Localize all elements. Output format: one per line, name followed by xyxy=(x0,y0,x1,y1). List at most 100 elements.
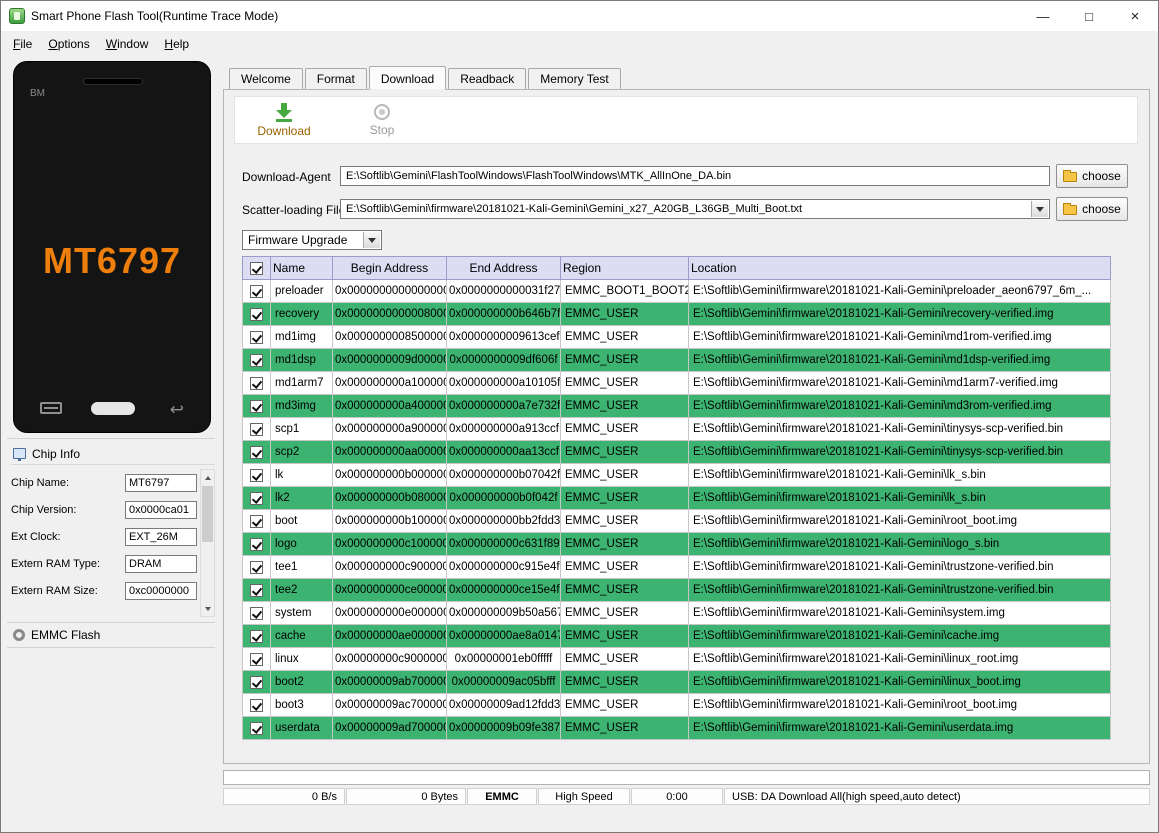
row-checkbox[interactable] xyxy=(250,400,263,413)
cell-region: EMMC_USER xyxy=(561,326,689,349)
phone-menu-icon xyxy=(40,402,62,414)
cell-region: EMMC_USER xyxy=(561,418,689,441)
tab-readback[interactable]: Readback xyxy=(448,68,526,89)
ram-type-field[interactable]: DRAM xyxy=(125,555,197,573)
table-row[interactable]: md3img0x000000000a4000000x000000000a7e73… xyxy=(243,395,1111,418)
tab-download[interactable]: Download xyxy=(369,66,446,90)
row-checkbox[interactable] xyxy=(250,722,263,735)
close-button[interactable]: × xyxy=(1112,1,1158,31)
row-checkbox-cell xyxy=(243,395,271,418)
tab-format[interactable]: Format xyxy=(305,68,367,89)
cell-region: EMMC_USER xyxy=(561,579,689,602)
chip-info-scrollbar[interactable] xyxy=(200,469,215,617)
row-checkbox[interactable] xyxy=(250,630,263,643)
cell-name: md1img xyxy=(271,326,333,349)
table-row[interactable]: tee20x000000000ce000000x000000000ce15e4f… xyxy=(243,579,1111,602)
row-checkbox[interactable] xyxy=(250,423,263,436)
table-row[interactable]: system0x000000000e0000000x000000009b50a5… xyxy=(243,602,1111,625)
menu-options[interactable]: Options xyxy=(40,33,97,55)
status-elapsed-time: 0:00 xyxy=(631,788,723,805)
divider xyxy=(7,647,215,648)
menu-file[interactable]: File xyxy=(5,33,40,55)
scatter-file-combobox[interactable]: E:\Softlib\Gemini\firmware\20181021-Kali… xyxy=(340,199,1050,219)
stop-button[interactable]: Stop xyxy=(333,97,431,143)
cell-region: EMMC_USER xyxy=(561,372,689,395)
cell-location: E:\Softlib\Gemini\firmware\20181021-Kali… xyxy=(689,510,1111,533)
row-checkbox[interactable] xyxy=(250,446,263,459)
table-row[interactable]: boot30x00000009ac7000000x00000009ad12fdd… xyxy=(243,694,1111,717)
table-row[interactable]: lk20x000000000b0800000x000000000b0f042fE… xyxy=(243,487,1111,510)
ram-size-field[interactable]: 0xc0000000 xyxy=(125,582,197,600)
row-checkbox[interactable] xyxy=(250,377,263,390)
chevron-down-icon[interactable] xyxy=(363,232,380,248)
chevron-down-icon[interactable] xyxy=(1031,201,1048,217)
status-bytes: 0 Bytes xyxy=(346,788,466,805)
row-checkbox[interactable] xyxy=(250,538,263,551)
row-checkbox[interactable] xyxy=(250,285,263,298)
cell-end: 0x00000001eb0fffff xyxy=(447,648,561,671)
row-checkbox[interactable] xyxy=(250,492,263,505)
row-checkbox[interactable] xyxy=(250,584,263,597)
table-row[interactable]: cache0x00000000ae0000000x00000000ae8a014… xyxy=(243,625,1111,648)
menu-window[interactable]: Window xyxy=(98,33,157,55)
download-button[interactable]: Download xyxy=(235,97,333,143)
minimize-button[interactable]: — xyxy=(1020,1,1066,31)
row-checkbox[interactable] xyxy=(250,308,263,321)
row-checkbox-cell xyxy=(243,326,271,349)
table-row[interactable]: boot0x000000000b1000000x000000000bb2fdd3… xyxy=(243,510,1111,533)
menu-help[interactable]: Help xyxy=(156,33,197,55)
scroll-down-icon[interactable] xyxy=(201,601,214,616)
phone-home-button xyxy=(91,402,135,415)
table-row[interactable]: preloader0x00000000000000000x00000000000… xyxy=(243,280,1111,303)
table-row[interactable]: logo0x000000000c1000000x000000000c631f89… xyxy=(243,533,1111,556)
menu-bar: File Options Window Help xyxy=(1,31,1158,57)
maximize-button[interactable]: □ xyxy=(1066,1,1112,31)
tab-welcome[interactable]: Welcome xyxy=(229,68,303,89)
table-row[interactable]: userdata0x00000009ad7000000x00000009b09f… xyxy=(243,717,1111,740)
ext-clock-row: Ext Clock: EXT_26M xyxy=(11,523,197,550)
choose-agent-button[interactable]: choose xyxy=(1056,164,1128,188)
scrollbar-thumb[interactable] xyxy=(202,486,213,542)
scatter-file-value: E:\Softlib\Gemini\firmware\20181021-Kali… xyxy=(346,203,802,215)
row-checkbox-cell xyxy=(243,372,271,395)
row-checkbox[interactable] xyxy=(250,653,263,666)
table-row[interactable]: scp10x000000000a9000000x000000000a913ccf… xyxy=(243,418,1111,441)
chip-info-header: Chip Info xyxy=(11,443,215,465)
ext-clock-field[interactable]: EXT_26M xyxy=(125,528,197,546)
table-row[interactable]: tee10x000000000c9000000x000000000c915e4f… xyxy=(243,556,1111,579)
row-checkbox[interactable] xyxy=(250,331,263,344)
app-window: Smart Phone Flash Tool(Runtime Trace Mod… xyxy=(0,0,1159,833)
table-row[interactable]: md1dsp0x0000000009d000000x0000000009df60… xyxy=(243,349,1111,372)
table-row[interactable]: boot20x00000009ab7000000x00000009ac05bff… xyxy=(243,671,1111,694)
download-mode-dropdown[interactable]: Firmware Upgrade xyxy=(242,230,382,250)
table-row[interactable]: md1arm70x000000000a1000000x000000000a101… xyxy=(243,372,1111,395)
table-row[interactable]: lk0x000000000b0000000x000000000b07042fEM… xyxy=(243,464,1111,487)
download-mode-value: Firmware Upgrade xyxy=(248,233,347,247)
cell-region: EMMC_USER xyxy=(561,556,689,579)
download-agent-field[interactable]: E:\Softlib\Gemini\FlashToolWindows\Flash… xyxy=(340,166,1050,186)
cell-region: EMMC_USER xyxy=(561,510,689,533)
row-checkbox[interactable] xyxy=(250,699,263,712)
cell-region: EMMC_USER xyxy=(561,395,689,418)
row-checkbox[interactable] xyxy=(250,676,263,689)
chip-version-field[interactable]: 0x0000ca01 xyxy=(125,501,197,519)
row-checkbox[interactable] xyxy=(250,354,263,367)
row-checkbox[interactable] xyxy=(250,561,263,574)
partition-table: Name Begin Address End Address Region Lo… xyxy=(242,256,1111,740)
scroll-up-icon[interactable] xyxy=(201,470,214,485)
table-row[interactable]: md1img0x00000000085000000x0000000009613c… xyxy=(243,326,1111,349)
cell-begin: 0x000000000e000000 xyxy=(333,602,447,625)
table-row[interactable]: recovery0x00000000000080000x000000000b64… xyxy=(243,303,1111,326)
folder-icon xyxy=(1063,172,1077,182)
row-checkbox[interactable] xyxy=(250,469,263,482)
row-checkbox[interactable] xyxy=(250,607,263,620)
table-row[interactable]: scp20x000000000aa000000x000000000aa13ccf… xyxy=(243,441,1111,464)
divider xyxy=(7,438,215,439)
table-row[interactable]: linux0x00000000c90000000x00000001eb0ffff… xyxy=(243,648,1111,671)
tab-memory-test[interactable]: Memory Test xyxy=(528,68,620,89)
row-checkbox[interactable] xyxy=(250,515,263,528)
select-all-checkbox[interactable] xyxy=(250,262,263,275)
choose-scatter-button[interactable]: choose xyxy=(1056,197,1128,221)
chip-name-field[interactable]: MT6797 xyxy=(125,474,197,492)
row-checkbox-cell xyxy=(243,418,271,441)
